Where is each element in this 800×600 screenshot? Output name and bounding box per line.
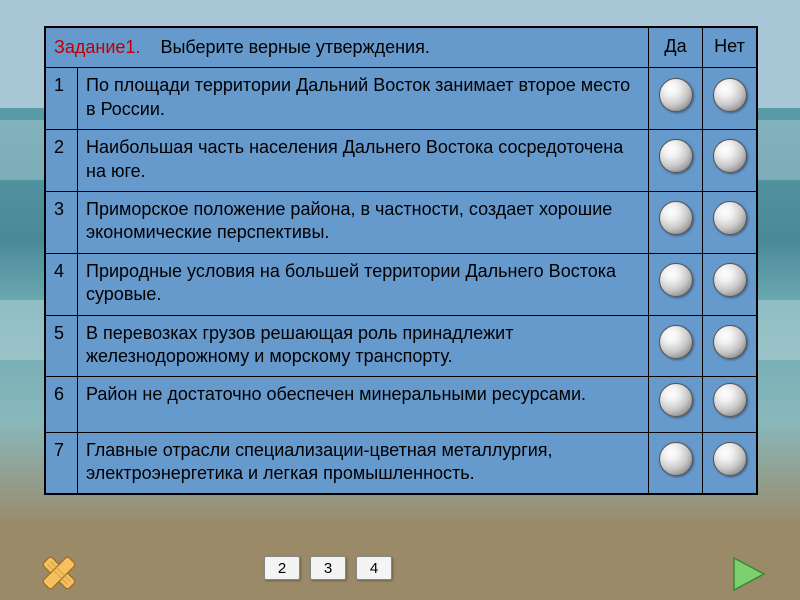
col-header-yes: Да <box>649 28 703 68</box>
row-number: 7 <box>46 432 78 494</box>
yes-radio[interactable] <box>659 78 693 112</box>
row-number: 1 <box>46 68 78 130</box>
row-number: 5 <box>46 315 78 377</box>
no-radio[interactable] <box>713 442 747 476</box>
no-radio[interactable] <box>713 139 747 173</box>
page-button-4[interactable]: 4 <box>356 556 392 580</box>
yes-radio[interactable] <box>659 201 693 235</box>
table-row: 7 Главные отрасли специализации-цветная … <box>46 432 757 494</box>
statement-text: По площади территории Дальний Восток зан… <box>78 68 649 130</box>
yes-radio[interactable] <box>659 139 693 173</box>
table-row: 1 По площади территории Дальний Восток з… <box>46 68 757 130</box>
task-label: Задание1. <box>54 37 140 57</box>
task-instruction: Выберите верные утверждения. <box>160 37 429 57</box>
next-arrow-icon[interactable] <box>730 554 770 594</box>
row-number: 6 <box>46 377 78 432</box>
statement-text: Приморское положение района, в частности… <box>78 191 649 253</box>
page-button-2[interactable]: 2 <box>264 556 300 580</box>
statement-text: В перевозках грузов решающая роль принад… <box>78 315 649 377</box>
statement-text: Район не достаточно обеспечен минеральны… <box>78 377 649 432</box>
table-row: 3 Приморское положение района, в частнос… <box>46 191 757 253</box>
statement-text: Природные условия на большей территории … <box>78 253 649 315</box>
pager: 2 3 4 <box>264 556 392 580</box>
table-row: 4 Природные условия на большей территори… <box>46 253 757 315</box>
yes-radio[interactable] <box>659 383 693 417</box>
no-radio[interactable] <box>713 263 747 297</box>
no-radio[interactable] <box>713 201 747 235</box>
table-row: 5 В перевозках грузов решающая роль прин… <box>46 315 757 377</box>
no-radio[interactable] <box>713 383 747 417</box>
task-header-cell: Задание1. Выберите верные утверждения. <box>46 28 649 68</box>
yes-radio[interactable] <box>659 263 693 297</box>
yes-radio[interactable] <box>659 442 693 476</box>
table-row: 2 Наибольшая часть населения Дальнего Во… <box>46 130 757 192</box>
quiz-table: Задание1. Выберите верные утверждения. Д… <box>44 26 758 495</box>
statement-text: Главные отрасли специализации-цветная ме… <box>78 432 649 494</box>
row-number: 3 <box>46 191 78 253</box>
statement-text: Наибольшая часть населения Дальнего Вост… <box>78 130 649 192</box>
page-button-3[interactable]: 3 <box>310 556 346 580</box>
col-header-no: Нет <box>703 28 757 68</box>
row-number: 2 <box>46 130 78 192</box>
no-radio[interactable] <box>713 78 747 112</box>
yes-radio[interactable] <box>659 325 693 359</box>
row-number: 4 <box>46 253 78 315</box>
close-icon[interactable] <box>34 548 84 598</box>
no-radio[interactable] <box>713 325 747 359</box>
table-row: 6 Район не достаточно обеспечен минераль… <box>46 377 757 432</box>
